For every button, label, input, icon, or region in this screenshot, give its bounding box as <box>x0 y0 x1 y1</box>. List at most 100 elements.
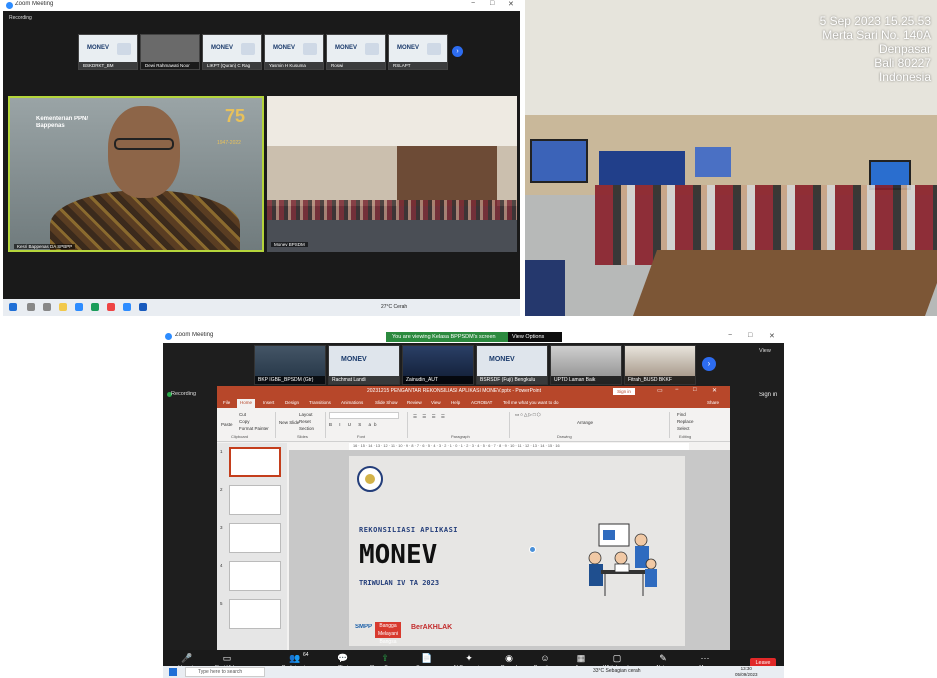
tab-review[interactable]: Review <box>407 400 422 405</box>
cut-button[interactable]: Cut <box>239 412 246 417</box>
participant-tile[interactable]: Zainudin_AUT <box>402 345 474 385</box>
ribbon-separator <box>275 412 276 438</box>
task-view-icon[interactable] <box>43 303 51 311</box>
slide-subtitle: REKONSILIASI APLIKASI <box>359 526 459 534</box>
shapes-gallery[interactable]: ▭○△▷□⬡ <box>515 412 542 418</box>
weather-widget[interactable]: 27°C Cerah <box>381 304 407 310</box>
tab-slide-show[interactable]: Slide Show <box>375 400 398 405</box>
maximize-icon[interactable]: □ <box>693 387 697 393</box>
tab-file[interactable]: File <box>223 400 230 405</box>
tab-animations[interactable]: Animations <box>341 400 363 405</box>
participant-tile[interactable]: MONEV Yasmin H Kusuma <box>264 34 324 70</box>
app-icon[interactable] <box>75 303 83 311</box>
room-video[interactable]: Monev BPSDM <box>267 96 517 252</box>
ppt-title-bar: 20231215 PENGANTAR REKONSILIASI APLIKASI… <box>217 386 730 398</box>
participant-name: BSKDRKT_BM <box>79 62 137 69</box>
search-icon[interactable] <box>27 303 35 311</box>
participant-tile[interactable]: Dewi Rahmawati Noor <box>140 34 200 70</box>
ministry-emblem-icon <box>357 466 383 492</box>
weather-widget[interactable]: 33°C Sebagian cerah <box>593 668 641 674</box>
maximize-icon[interactable]: □ <box>490 0 494 7</box>
edge-icon[interactable] <box>91 303 99 311</box>
slide-thumbnail[interactable] <box>229 599 281 629</box>
participant-tile[interactable]: BKP IGBE_BPSDM (Gtr) <box>254 345 326 385</box>
participant-tile[interactable]: MONEV LIKPT (Quran) C Rag <box>202 34 262 70</box>
stamp-line: Merta Sari No. 140A <box>822 28 931 42</box>
share-button[interactable]: Share <box>707 400 719 405</box>
close-icon[interactable]: ✕ <box>712 387 717 394</box>
file-explorer-icon[interactable] <box>59 303 67 311</box>
tab-view[interactable]: View <box>431 400 441 405</box>
next-page-icon[interactable]: › <box>452 46 463 57</box>
minimize-icon[interactable]: − <box>728 332 732 339</box>
tab-help[interactable]: Help <box>451 400 460 405</box>
new-slide-button[interactable]: New Slide <box>279 420 299 425</box>
arrange-button[interactable]: Arrange <box>577 420 593 425</box>
photo-timestamp: 5 Sep 2023 15.25.53 Merta Sari No. 140A … <box>820 14 931 84</box>
view-options-button[interactable]: View Options <box>508 332 562 342</box>
team-illustration-icon <box>588 523 657 596</box>
slide-thumbnail[interactable] <box>229 485 281 515</box>
slide-thumbnail[interactable] <box>229 523 281 553</box>
group-drawing: Drawing <box>557 434 572 439</box>
view-button[interactable]: View <box>759 348 771 354</box>
slide-thumbnail[interactable] <box>229 561 281 591</box>
ppt-sign-in-button[interactable]: Sign in <box>613 388 635 395</box>
horizontal-ruler: 16 · 15 · 14 · 13 · 12 · 11 · 10 · 9 · 8… <box>349 443 689 450</box>
current-slide[interactable]: REKONSILIASI APLIKASI MONEV TRIWULAN IV … <box>349 456 685 646</box>
participant-tile[interactable]: Fitrah_BUSD BKKF <box>624 345 696 385</box>
ribbon-separator <box>325 412 326 438</box>
participants-icon: 👥 <box>289 653 301 663</box>
participant-tile[interactable]: MONEV Rachmat Landi <box>328 345 400 385</box>
windows-start-icon[interactable] <box>9 303 17 311</box>
tab-home[interactable]: Home <box>237 399 256 408</box>
zoom-taskbar-icon[interactable] <box>123 303 131 311</box>
format-painter-button[interactable]: Format Painter <box>239 426 269 431</box>
chrome-icon[interactable] <box>107 303 115 311</box>
paragraph-buttons[interactable]: ☰ ☰ ☰ ☰ <box>413 414 447 420</box>
recording-indicator[interactable]: Recording <box>9 15 32 21</box>
participant-tile[interactable]: UPTD Laman Baik <box>550 345 622 385</box>
tell-me-search[interactable]: Tell me what you want to do <box>503 400 559 405</box>
ribbon-display-icon[interactable]: ▭ <box>657 387 663 394</box>
speaker-body <box>50 190 240 250</box>
find-button[interactable]: Find <box>677 412 686 417</box>
copy-button[interactable]: Copy <box>239 419 250 424</box>
participant-name: LIKPT (Quran) C Rag <box>203 62 261 69</box>
group-clipboard: Clipboard <box>231 434 249 439</box>
font-name-select[interactable] <box>329 412 399 419</box>
tab-design[interactable]: Design <box>285 400 299 405</box>
participant-tile[interactable]: MONEV BSKDRKT_BM <box>78 34 138 70</box>
select-button[interactable]: Select <box>677 426 690 431</box>
minimize-icon[interactable]: − <box>471 0 475 7</box>
replace-button[interactable]: Replace <box>677 419 694 424</box>
tab-acrobat[interactable]: ACROBAT <box>471 400 492 405</box>
taskbar-search-input[interactable]: Type here to search <box>185 667 265 677</box>
close-icon[interactable]: ✕ <box>508 0 514 8</box>
active-speaker-video[interactable]: Kementerian PPN/ Bappenas 75 1947-2022 K… <box>8 96 264 252</box>
sign-in-link[interactable]: Sign in <box>759 392 777 398</box>
venue-photo: 5 Sep 2023 15.25.53 Merta Sari No. 140A … <box>525 0 937 316</box>
paste-button[interactable]: Paste <box>221 422 233 427</box>
font-format-buttons[interactable]: B I U S ab <box>329 422 380 427</box>
close-icon[interactable]: ✕ <box>769 332 775 340</box>
screen-share-banner: You are viewing Kelasa BPPSDM's screen <box>386 332 526 342</box>
participant-tile[interactable]: MONEV BSRSDF (Fuji) Bengkulu <box>476 345 548 385</box>
group-font: Font <box>357 434 366 439</box>
section-button[interactable]: Section <box>299 426 314 431</box>
windows-start-icon[interactable] <box>169 668 177 676</box>
slide-thumbnail[interactable] <box>229 447 281 477</box>
tab-insert[interactable]: Insert <box>263 400 274 405</box>
maximize-icon[interactable]: □ <box>748 332 752 339</box>
banner-line-1: Kementerian PPN/ <box>36 116 89 122</box>
participant-tile[interactable]: MONEV Roswi <box>326 34 386 70</box>
reset-button[interactable]: Reset <box>299 419 311 424</box>
participant-tile[interactable]: MONEV RSLAPT <box>388 34 448 70</box>
minimize-icon[interactable]: − <box>675 387 679 393</box>
word-icon[interactable] <box>139 303 147 311</box>
system-clock[interactable]: 13:30 05/09/2023 <box>735 666 758 678</box>
tab-transitions[interactable]: Transitions <box>309 400 331 405</box>
recording-indicator[interactable]: Recording <box>171 391 196 397</box>
layout-button[interactable]: Layout <box>299 412 313 417</box>
next-page-icon[interactable]: › <box>702 357 716 371</box>
